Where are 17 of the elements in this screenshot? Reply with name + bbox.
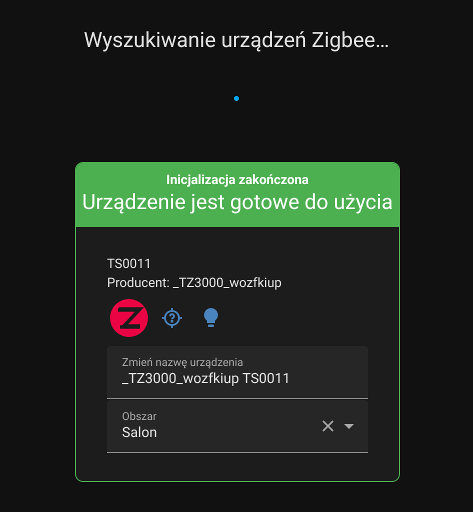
zigbee-logo-icon	[110, 299, 148, 337]
area-field[interactable]: Obszar Salon	[107, 400, 368, 453]
progress-dot-icon	[234, 96, 239, 101]
device-manufacturer: Producent: _TZ3000_wozfkiup	[107, 275, 283, 293]
device-model: TS0011	[107, 256, 153, 274]
field-value: _TZ3000_wozfkiup TS0011	[122, 370, 292, 389]
dropdown-caret-icon[interactable]	[344, 424, 354, 429]
name-field[interactable]: Zmień nazwę urządzenia _TZ3000_wozfkiup TS0011	[107, 346, 368, 399]
card-subtitle: Inicjalizacja zakończona	[166, 172, 309, 189]
help-target-icon[interactable]	[161, 307, 183, 329]
field-value: Salon	[122, 424, 158, 443]
dialog-title: Wyszukiwanie urządzeń Zigbee…	[84, 28, 390, 55]
clear-icon[interactable]	[322, 420, 334, 432]
field-label: Obszar	[122, 410, 158, 423]
card-heading: Urządzenie jest gotowe do użycia	[82, 190, 393, 217]
lightbulb-icon	[204, 308, 218, 328]
field-label: Zmień nazwę urządzenia	[122, 356, 244, 369]
